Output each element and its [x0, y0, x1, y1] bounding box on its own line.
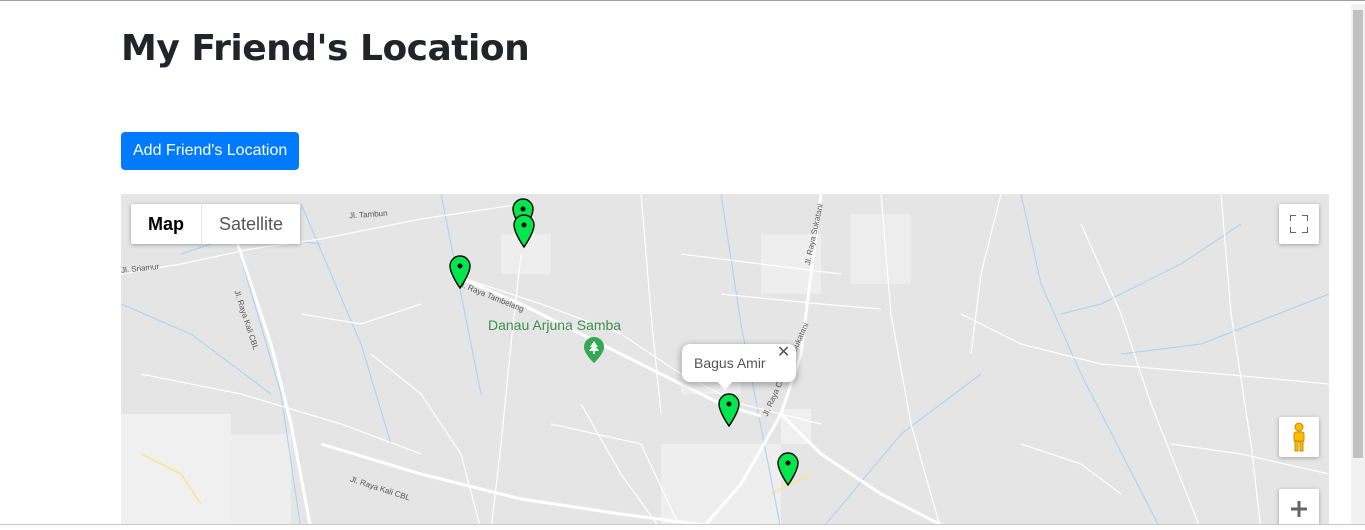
fullscreen-button[interactable] — [1279, 204, 1319, 244]
street-view-button[interactable] — [1279, 417, 1319, 457]
friend-marker[interactable] — [777, 452, 799, 486]
park-tree-icon[interactable] — [584, 337, 604, 363]
friend-marker[interactable] — [449, 255, 471, 289]
friend-marker-bagus-amir[interactable] — [718, 393, 740, 427]
zoom-in-button[interactable] — [1279, 489, 1319, 529]
info-window-text: Bagus Amir — [694, 355, 766, 371]
add-friend-location-button[interactable]: Add Friend's Location — [121, 132, 300, 170]
page-scrollbar[interactable] — [1351, 4, 1365, 526]
browser-bottom-edge — [0, 524, 1365, 530]
map-type-map-button[interactable]: Map — [131, 204, 201, 244]
browser-top-edge — [0, 0, 1365, 4]
zoom-in-icon — [1291, 501, 1307, 517]
map-container[interactable]: Jl. Tambun Jl. Sriamur Jl. Raya Tambelan… — [121, 194, 1329, 530]
info-window-tail — [717, 381, 733, 390]
poi-label: Danau Arjuna Samba — [488, 317, 622, 333]
info-window: Bagus Amir ✕ — [682, 344, 796, 382]
page-title: My Friend's Location — [121, 28, 530, 69]
fullscreen-icon — [1290, 215, 1308, 233]
map-type-satellite-button[interactable]: Satellite — [201, 204, 300, 244]
pegman-icon — [1293, 422, 1305, 452]
scrollbar-thumb[interactable] — [1353, 10, 1363, 458]
map-type-control: Map Satellite — [131, 204, 301, 244]
close-icon[interactable]: ✕ — [776, 345, 792, 361]
friend-marker[interactable] — [513, 214, 535, 248]
